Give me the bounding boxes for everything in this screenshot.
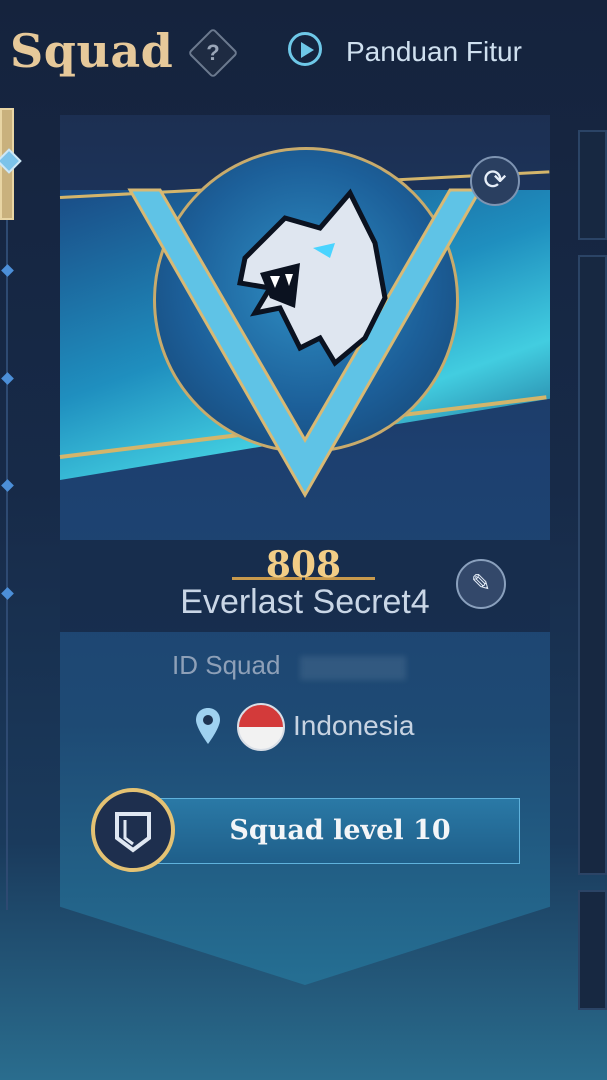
pencil-icon[interactable]: ✎ xyxy=(456,559,506,609)
rail-dot-icon xyxy=(1,264,14,277)
shield-badge-icon[interactable] xyxy=(91,788,175,872)
page-title: Squad xyxy=(10,24,174,78)
squad-country: Indonesia xyxy=(293,710,415,741)
guide-link[interactable]: Panduan Fitur xyxy=(346,36,522,68)
question-diamond-icon: ? xyxy=(206,40,220,65)
indonesia-flag-icon xyxy=(237,703,285,751)
play-icon[interactable] xyxy=(288,32,322,66)
squad-id-value-redacted xyxy=(300,656,406,680)
rail-dot-icon xyxy=(1,372,14,385)
refresh-icon[interactable]: ⟳ xyxy=(470,156,520,206)
location-pin-icon xyxy=(196,708,220,744)
wolf-emblem-icon xyxy=(127,188,483,499)
squad-id-label: ID Squad xyxy=(172,650,281,680)
rail-dot-icon xyxy=(1,587,14,600)
left-rail xyxy=(6,110,8,910)
side-card[interactable] xyxy=(578,130,607,240)
help-button[interactable]: ? xyxy=(187,27,239,79)
shield-icon xyxy=(115,812,151,853)
squad-level-label: Squad level 10 xyxy=(229,815,451,846)
rail-dot-icon xyxy=(1,479,14,492)
side-card[interactable] xyxy=(578,890,607,1010)
squad-points: 808 xyxy=(265,544,342,586)
